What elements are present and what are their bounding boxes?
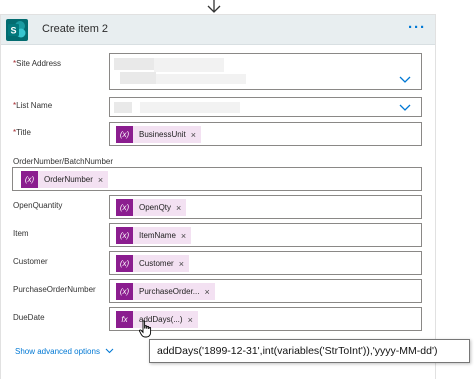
- sharepoint-logo-icon: S: [6, 19, 28, 41]
- tooltip-text: addDays('1899-12-31',int(variables('StrT…: [157, 345, 438, 357]
- site-address-dropdown[interactable]: [109, 53, 422, 90]
- itemname-token[interactable]: (x) ItemName ×: [116, 227, 192, 244]
- redacted-value: [154, 58, 224, 72]
- order-number-input[interactable]: (x) OrderNumber ×: [12, 167, 422, 191]
- show-advanced-options-link[interactable]: Show advanced options: [15, 347, 114, 356]
- more-options-button[interactable]: ···: [408, 19, 426, 36]
- svg-text:S: S: [10, 26, 16, 36]
- close-icon[interactable]: ×: [98, 175, 103, 185]
- list-name-label: *List Name: [13, 101, 53, 110]
- chevron-down-icon[interactable]: [399, 104, 411, 112]
- variable-icon: (x): [116, 255, 133, 272]
- openqty-token[interactable]: (x) OpenQty ×: [116, 199, 187, 216]
- token-label: PurchaseOrder...: [139, 287, 200, 296]
- purchaseorder-token[interactable]: (x) PurchaseOrder... ×: [116, 283, 215, 300]
- adddays-expression-token[interactable]: fx addDays(...) ×: [116, 311, 198, 328]
- variable-icon: (x): [116, 126, 133, 143]
- token-label: Customer: [139, 259, 174, 268]
- title-label: *Title: [13, 128, 31, 137]
- title-input[interactable]: (x) BusinessUnit ×: [109, 122, 422, 146]
- redacted-value: [120, 72, 156, 84]
- token-label: OpenQty: [139, 203, 172, 212]
- close-icon[interactable]: ×: [181, 231, 186, 241]
- due-date-input[interactable]: fx addDays(...) ×: [109, 307, 422, 331]
- site-address-label: *Site Address: [13, 59, 62, 68]
- redacted-value: [156, 74, 246, 84]
- variable-icon: (x): [116, 283, 133, 300]
- advanced-options-label: Show advanced options: [15, 347, 100, 356]
- expression-tooltip: addDays('1899-12-31',int(variables('StrT…: [149, 339, 470, 363]
- token-label: ItemName: [139, 231, 176, 240]
- purchase-order-number-label: PurchaseOrderNumber: [13, 285, 96, 294]
- close-icon[interactable]: ×: [179, 259, 184, 269]
- variable-icon: (x): [116, 199, 133, 216]
- down-arrow-icon: [207, 0, 221, 13]
- card-title: Create item 2: [42, 23, 109, 35]
- open-quantity-label: OpenQuantity: [13, 201, 63, 210]
- item-input[interactable]: (x) ItemName ×: [109, 223, 422, 247]
- chevron-down-icon[interactable]: [399, 76, 411, 84]
- ordernumber-token[interactable]: (x) OrderNumber ×: [21, 171, 109, 188]
- expression-icon: fx: [116, 311, 133, 328]
- businessunit-token[interactable]: (x) BusinessUnit ×: [116, 126, 201, 143]
- card-header[interactable]: S Create item 2 ···: [1, 15, 435, 45]
- due-date-label: DueDate: [13, 313, 45, 322]
- close-icon[interactable]: ×: [191, 130, 196, 140]
- customer-label: Customer: [13, 257, 48, 266]
- variable-icon: (x): [21, 171, 38, 188]
- close-icon[interactable]: ×: [204, 287, 209, 297]
- customer-token[interactable]: (x) Customer ×: [116, 255, 189, 272]
- open-quantity-input[interactable]: (x) OpenQty ×: [109, 195, 422, 219]
- purchase-order-number-input[interactable]: (x) PurchaseOrder... ×: [109, 279, 422, 303]
- order-number-label: OrderNumber/BatchNumber: [13, 157, 114, 166]
- redacted-value: [114, 58, 154, 70]
- variable-icon: (x): [116, 227, 133, 244]
- hand-cursor-icon: [139, 320, 152, 338]
- chevron-down-icon: [105, 348, 114, 354]
- list-name-dropdown[interactable]: [109, 97, 422, 117]
- close-icon[interactable]: ×: [188, 315, 193, 325]
- close-icon[interactable]: ×: [176, 203, 181, 213]
- token-label: BusinessUnit: [139, 130, 186, 139]
- item-label: Item: [13, 229, 29, 238]
- token-label: OrderNumber: [44, 175, 93, 184]
- customer-input[interactable]: (x) Customer ×: [109, 251, 422, 275]
- action-card: S Create item 2 ··· *Site Address *List …: [0, 14, 436, 379]
- redacted-value: [114, 102, 132, 113]
- redacted-value: [140, 102, 240, 113]
